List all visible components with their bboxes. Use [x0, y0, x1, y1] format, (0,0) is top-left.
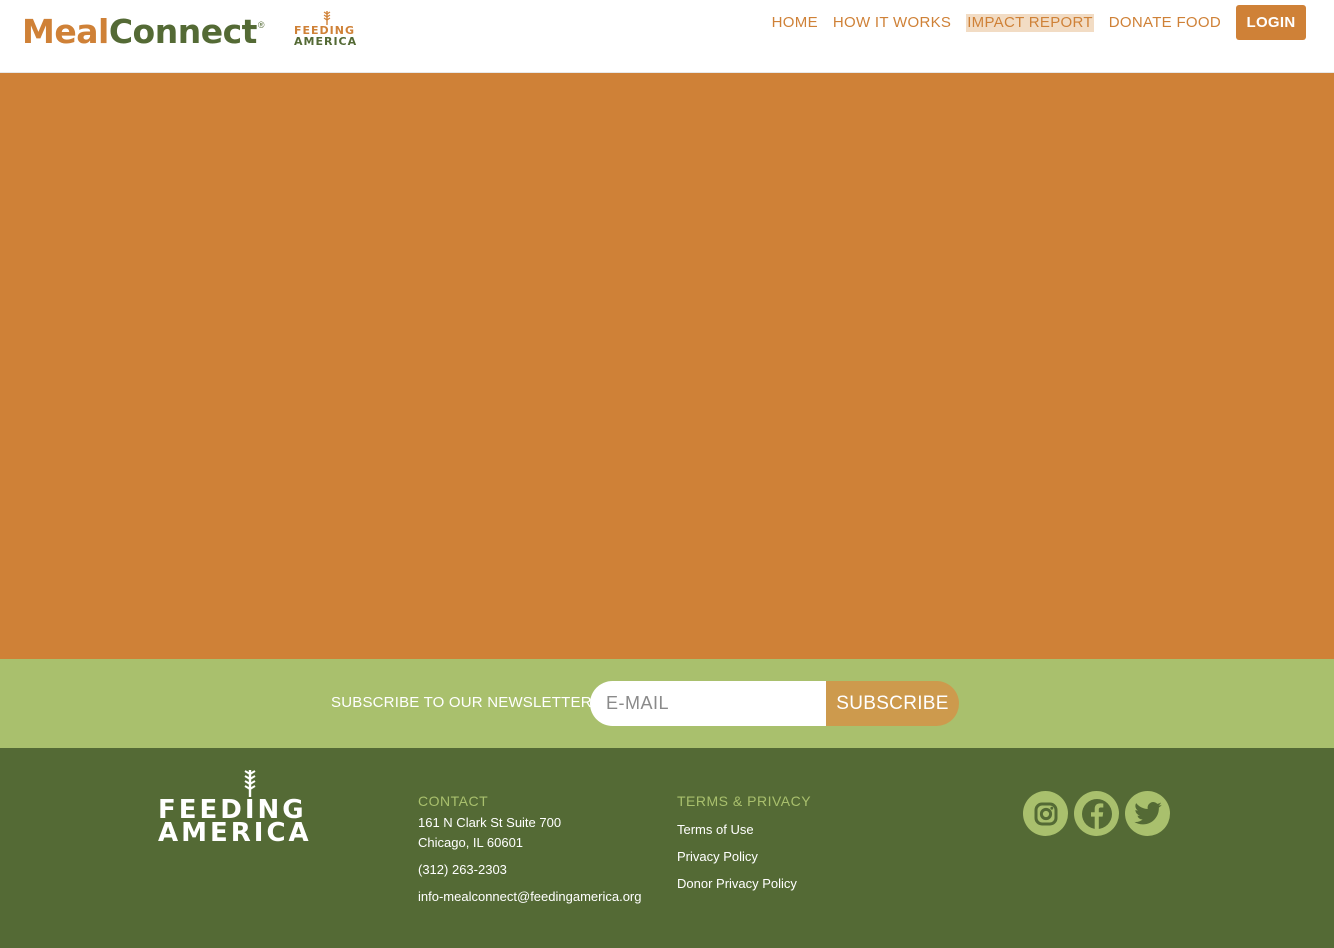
logo-connect-text: Connect: [108, 12, 258, 51]
contact-address-line2: Chicago, IL 60601: [418, 835, 524, 850]
feeding-america-logo-footer[interactable]: FEEDING AMERICA: [158, 766, 309, 848]
hero-banner: [0, 73, 1334, 659]
twitter-icon[interactable]: [1125, 791, 1170, 836]
email-input[interactable]: [590, 681, 830, 726]
twitter-glyph: [1133, 801, 1162, 824]
site-header: Meal Connect ® FEEDING AMERICA HOME HOW …: [0, 0, 1334, 73]
facebook-glyph: [1081, 798, 1112, 829]
nav-donate-food[interactable]: DONATE FOOD: [1109, 6, 1221, 40]
feeding-america-logo-small[interactable]: FEEDING AMERICA: [294, 10, 366, 48]
nav-impact-report[interactable]: IMPACT REPORT: [966, 13, 1094, 32]
contact-address-line1: 161 N Clark St Suite 700: [418, 815, 562, 830]
login-button[interactable]: LOGIN: [1236, 5, 1306, 40]
registered-mark: ®: [257, 20, 265, 30]
mealconnect-logo[interactable]: Meal Connect ®: [22, 12, 265, 52]
terms-of-use-link[interactable]: Terms of Use: [677, 822, 754, 837]
logo-meal-text: Meal: [22, 12, 109, 51]
main-nav: HOME HOW IT WORKS IMPACT REPORT DONATE F…: [772, 5, 1306, 40]
privacy-policy-link[interactable]: Privacy Policy: [677, 849, 758, 864]
contact-heading: CONTACT: [418, 793, 489, 809]
wheat-icon: [244, 770, 256, 797]
donor-privacy-policy-link[interactable]: Donor Privacy Policy: [677, 876, 797, 891]
subscribe-button[interactable]: SUBSCRIBE: [826, 681, 959, 726]
newsletter-bar: SUBSCRIBE TO OUR NEWSLETTER SUBSCRIBE: [0, 659, 1334, 748]
terms-heading: TERMS & PRIVACY: [677, 793, 812, 809]
partner-line2: AMERICA: [294, 35, 358, 48]
site-footer: FEEDING AMERICA CONTACT 161 N Clark St S…: [0, 748, 1334, 948]
contact-phone[interactable]: (312) 263-2303: [418, 862, 507, 877]
nav-how-it-works[interactable]: HOW IT WORKS: [833, 6, 951, 40]
nav-home[interactable]: HOME: [772, 6, 818, 40]
instagram-glyph: [1034, 802, 1057, 825]
contact-email[interactable]: info-mealconnect@feedingamerica.org: [418, 889, 641, 904]
footer-logo-line2: AMERICA: [158, 818, 312, 848]
facebook-icon[interactable]: [1074, 791, 1119, 836]
instagram-icon[interactable]: [1023, 791, 1068, 836]
newsletter-label: SUBSCRIBE TO OUR NEWSLETTER: [331, 694, 592, 711]
